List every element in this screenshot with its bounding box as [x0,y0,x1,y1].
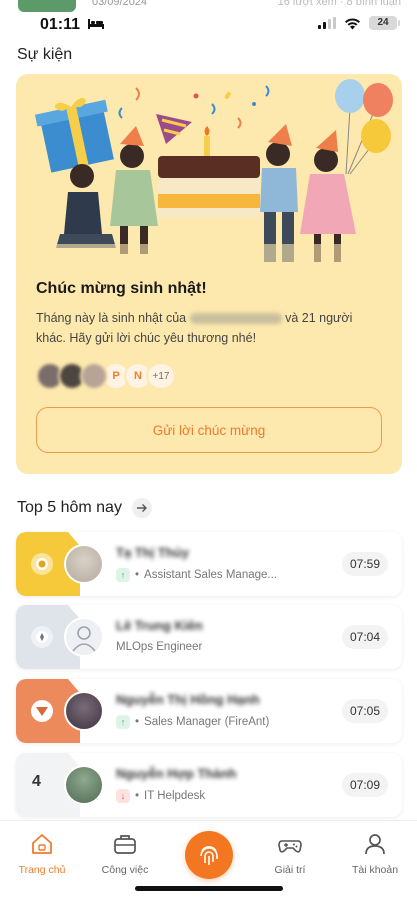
tab-work[interactable]: Công việc [90,831,160,876]
avatar-placeholder-icon [64,617,104,657]
gamepad-icon [278,840,302,853]
checkin-time: 07:05 [342,699,388,723]
leaderboard-row[interactable]: Tạ Thị Thủy ↑ • Assistant Sales Manage..… [16,532,402,596]
wifi-icon [345,17,360,29]
fingerprint-icon [200,846,218,865]
employee-name: Tạ Thị Thủy [116,545,189,560]
rank-number: 4 [32,773,41,790]
briefcase-icon [114,835,136,854]
employee-role: ↑ • Assistant Sales Manage... [116,568,277,582]
event-heading: Chúc mừng sinh nhật! [36,280,207,297]
send-wishes-button[interactable]: Gửi lời chúc mừng [36,407,382,453]
status-indicators: 24 [318,16,400,30]
leaderboard-row[interactable]: Lê Trung Kiên MLOps Engineer 07:04 [16,605,402,669]
checkin-time: 07:59 [342,552,388,576]
role-text: IT Helpdesk [144,790,206,802]
birthday-avatars[interactable]: P N +17 [36,362,176,390]
employee-name: Nguyễn Hợp Thành [116,766,237,781]
role-text: MLOps Engineer [116,641,203,653]
cellular-signal-icon [318,17,336,29]
status-time: 01:11 [40,16,81,33]
tab-label: Tài khoản [351,864,399,876]
checkin-time: 07:09 [342,773,388,797]
arrow-up-icon: ↑ [116,568,130,582]
event-description: Tháng này là sinh nhật của và 21 người k… [36,308,382,348]
previous-thumbnail [18,0,76,12]
role-text: Sales Manager (FireAnt) [144,716,270,728]
more-avatars-count: +17 [146,362,176,390]
previous-stats: 16 lượt xem · 8 bình luận [277,0,401,8]
employee-role: ↑ • Sales Manager (FireAnt) [116,715,269,729]
avatar [64,765,104,805]
birthday-event-card[interactable]: Chúc mừng sinh nhật! Tháng này là sinh n… [16,74,402,474]
tab-label: Giải trí [274,864,306,876]
avatar [80,362,108,390]
role-separator: • [135,790,140,802]
arrow-right-icon[interactable] [131,498,152,518]
role-separator: • [135,716,140,728]
birthday-illustration [16,79,402,274]
avatar [64,691,104,731]
tab-entertainment[interactable]: Giải trí [255,831,325,876]
home-indicator [135,886,283,891]
avatar [64,544,104,584]
top5-header[interactable]: Top 5 hôm nay [17,498,152,518]
status-bar: 03/09/2024 16 lượt xem · 8 bình luận 01:… [0,0,417,38]
employee-name: Lê Trung Kiên [116,618,203,633]
home-icon [32,834,52,854]
employee-role: ↓ • IT Helpdesk [116,789,205,803]
tab-home[interactable]: Trang chủ [7,831,77,876]
arrow-down-icon: ↓ [116,789,130,803]
checkin-fingerprint-button[interactable] [185,831,233,879]
role-separator: • [135,569,140,581]
leaderboard-row[interactable]: Nguyễn Thị Hồng Hạnh ↑ • Sales Manager (… [16,679,402,743]
employee-name: Nguyễn Thị Hồng Hạnh [116,692,260,707]
events-section-title: Sự kiện [17,46,73,63]
previous-date: 03/09/2024 [92,0,148,8]
event-description-before: Tháng này là sinh nhật của [36,311,187,325]
sleep-mode-icon [88,19,104,29]
tab-account[interactable]: Tài khoản [340,831,410,876]
top5-title: Top 5 hôm nay [17,499,122,516]
user-icon [365,834,385,855]
tab-label: Trang chủ [18,864,66,876]
checkin-time: 07:04 [342,625,388,649]
battery-indicator: 24 [369,16,400,30]
arrow-up-icon: ↑ [116,715,130,729]
role-text: Assistant Sales Manage... [144,569,277,581]
tab-label: Công việc [101,864,149,876]
employee-role: MLOps Engineer [116,641,202,653]
leaderboard-row[interactable]: 4 Nguyễn Hợp Thành ↓ • IT Helpdesk 07:09 [16,753,402,817]
blurred-name [189,313,282,325]
